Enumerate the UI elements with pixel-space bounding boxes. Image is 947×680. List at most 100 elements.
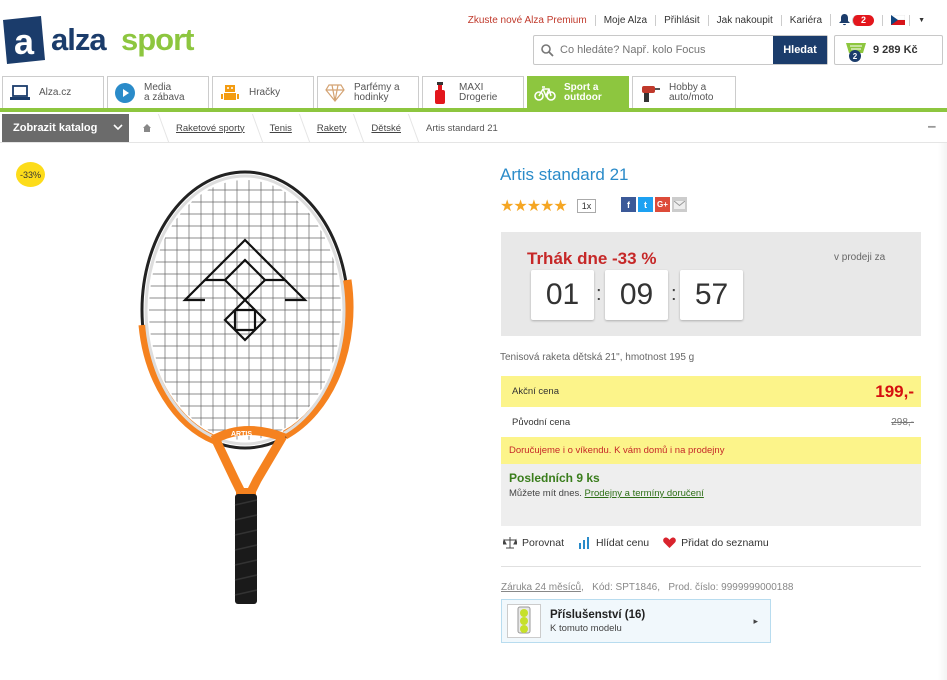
add-to-list-button[interactable]: Přidat do seznamu <box>663 537 769 549</box>
scroll-edge <box>938 143 947 680</box>
notifications-button[interactable]: 2 <box>830 14 882 26</box>
rating-count[interactable]: 1x <box>576 199 597 213</box>
tab-label: Hračky <box>249 86 281 98</box>
product-meta: Záruka 24 měsíců, Kód: SPT1846, Prod. čí… <box>501 582 794 593</box>
rating[interactable]: ★★★★★ 1x <box>500 196 597 216</box>
tab-drogerie[interactable]: MAXI Drogerie <box>422 76 524 108</box>
my-alza-link[interactable]: Moje Alza <box>594 14 655 26</box>
divider <box>501 566 921 567</box>
cart-total: 9 289 Kč <box>873 44 918 56</box>
price-box: Akční cena 199,- Původní cena 298,- <box>501 376 921 438</box>
bottle-icon <box>429 81 451 104</box>
tab-perfumes[interactable]: Parfémy a hodinky <box>317 76 419 108</box>
search-bar: Hledat <box>533 35 828 65</box>
tab-label: Hobby a auto/moto <box>669 81 714 103</box>
accessories-subtitle: K tomuto modelu <box>550 622 622 634</box>
robot-icon <box>219 82 241 104</box>
tab-alza[interactable]: Alza.cz <box>2 76 104 108</box>
career-link[interactable]: Kariéra <box>780 14 830 26</box>
drill-icon <box>639 82 661 104</box>
tab-label: Media a zábava <box>144 81 185 103</box>
czech-flag-icon <box>891 15 906 25</box>
original-price-row: Původní cena 298,- <box>501 407 921 438</box>
countdown-hours: 01 <box>531 270 594 320</box>
breadcrumb-current: Artis standard 21 <box>426 122 498 134</box>
login-link[interactable]: Přihlásit <box>655 14 708 26</box>
facebook-icon[interactable]: f <box>621 197 636 212</box>
tab-label: Parfémy a hodinky <box>354 81 400 103</box>
laptop-icon <box>9 82 31 104</box>
svg-text:ARTIS: ARTIS <box>231 431 252 438</box>
chevron-down-icon <box>113 122 123 134</box>
tab-label: MAXI Drogerie <box>459 81 498 103</box>
product-image[interactable]: ARTIS <box>135 160 365 610</box>
divider <box>0 142 947 143</box>
compare-button[interactable]: Porovnat <box>503 537 564 549</box>
alza-sport-logo[interactable]: a alza sport <box>3 16 213 64</box>
bell-icon <box>839 14 851 26</box>
svg-text:a: a <box>14 21 35 62</box>
breadcrumb-item[interactable]: Tenis <box>258 114 304 142</box>
stores-delivery-link[interactable]: Prodejny a termíny doručení <box>585 488 704 499</box>
action-price: 199,- <box>875 381 914 401</box>
breadcrumb-item[interactable]: Rakety <box>305 114 359 142</box>
tab-sport[interactable]: Sport a outdoor <box>527 76 629 108</box>
tennis-balls-thumbnail <box>507 604 541 638</box>
svg-text:sport: sport <box>121 22 194 57</box>
portal-tabs: Alza.cz Media a zábava Hračky Parfémy a … <box>0 76 947 112</box>
tab-media[interactable]: Media a zábava <box>107 76 209 108</box>
language-selector[interactable]: ▼ <box>882 14 933 26</box>
breadcrumb: Raketové sporty Tenis Rakety Dětské Arti… <box>131 114 510 142</box>
countdown-minutes: 09 <box>605 270 668 320</box>
play-icon <box>114 82 136 104</box>
cart-count: 2 <box>849 50 861 62</box>
stock-title: Posledních 9 ks <box>509 471 600 485</box>
search-button[interactable]: Hledat <box>773 36 827 64</box>
grid-view-icon[interactable]: ▪▪▪▪▪ <box>928 124 936 131</box>
warranty-link[interactable]: Záruka 24 měsíců <box>501 582 581 593</box>
tab-label: Sport a outdoor <box>564 81 602 103</box>
search-input[interactable] <box>560 36 773 64</box>
notifications-badge: 2 <box>852 14 875 26</box>
original-price-label: Původní cena <box>512 416 571 428</box>
premium-link[interactable]: Zkuste nové Alza Premium <box>460 15 595 26</box>
breadcrumb-item[interactable]: Dětské <box>359 114 413 142</box>
watch-price-button[interactable]: Hlídat cenu <box>578 537 649 549</box>
stock-box: Posledních 9 ks Můžete mít dnes. Prodejn… <box>501 464 921 526</box>
chart-icon <box>579 537 590 549</box>
discount-badge: -33% <box>16 162 45 187</box>
chevron-right-icon: ▸ <box>753 615 758 626</box>
accessories-button[interactable]: Příslušenství (16) K tomuto modelu ▸ <box>501 599 771 643</box>
countdown-seconds: 57 <box>680 270 743 320</box>
deal-title: Trhák dne -33 % <box>527 249 657 268</box>
top-links: Zkuste nové Alza Premium Moje Alza Přihl… <box>460 14 933 26</box>
bicycle-icon <box>534 82 556 104</box>
share-buttons: f t G+ <box>621 197 687 212</box>
heart-icon <box>663 537 676 548</box>
diamond-icon <box>324 82 346 104</box>
scales-icon <box>503 537 517 549</box>
original-price: 298,- <box>891 416 914 428</box>
action-price-label: Akční cena <box>512 386 559 397</box>
product-number: Prod. číslo: 9999999000188 <box>668 582 794 593</box>
google-plus-icon[interactable]: G+ <box>655 197 670 212</box>
twitter-icon[interactable]: t <box>638 197 653 212</box>
accessories-title: Příslušenství (16) <box>550 608 646 621</box>
tab-label: Alza.cz <box>39 86 72 98</box>
action-price-row: Akční cena 199,- <box>501 376 921 407</box>
email-icon[interactable] <box>672 197 687 212</box>
catalog-button[interactable]: Zobrazit katalog <box>2 114 129 142</box>
catalog-label: Zobrazit katalog <box>13 122 98 134</box>
svg-text:alza: alza <box>51 22 107 57</box>
product-actions: Porovnat Hlídat cenu Přidat do seznamu <box>503 537 769 549</box>
stock-text: Můžete mít dnes. <box>509 488 582 499</box>
breadcrumb-item[interactable]: Raketové sporty <box>164 114 257 142</box>
tab-toys[interactable]: Hračky <box>212 76 314 108</box>
star-rating-icon: ★★★★★ <box>500 198 568 215</box>
cart-button[interactable]: 2 9 289 Kč <box>834 35 943 65</box>
watch-price-label: Hlídat cenu <box>596 537 650 549</box>
compare-label: Porovnat <box>522 537 565 549</box>
home-icon[interactable] <box>131 114 163 142</box>
how-to-buy-link[interactable]: Jak nakoupit <box>707 14 781 26</box>
tab-hobby[interactable]: Hobby a auto/moto <box>632 76 736 108</box>
